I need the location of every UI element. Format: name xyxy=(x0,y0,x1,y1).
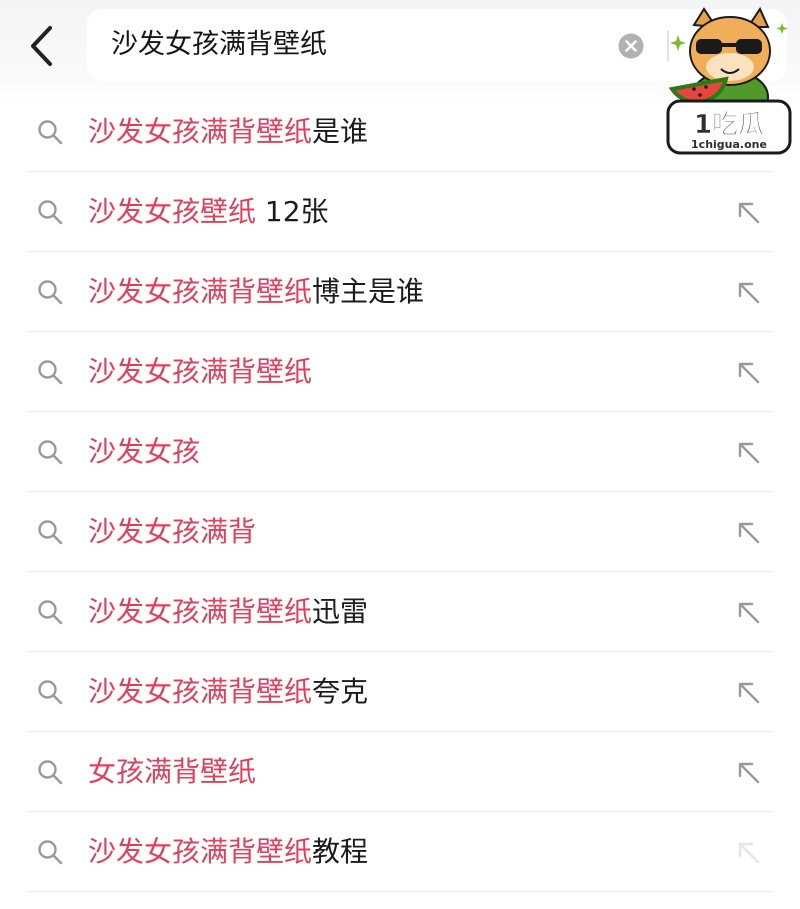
search-icon xyxy=(38,200,63,225)
suggestion-text[interactable]: 沙发女孩 xyxy=(88,412,200,492)
suggestion-text[interactable]: 沙发女孩壁纸 12张 xyxy=(88,172,329,252)
suggestion-list: 沙发女孩满背壁纸是谁 沙发女孩壁纸 12张 沙发女孩满背壁纸博主是谁 沙发女孩满… xyxy=(0,92,800,892)
suggestion-text[interactable]: 沙发女孩满背壁纸 xyxy=(88,332,312,412)
arrow-up-left-icon[interactable] xyxy=(735,439,763,467)
search-query-text[interactable]: 沙发女孩满背壁纸 xyxy=(111,9,327,81)
search-icon xyxy=(38,360,63,385)
suggestion-item[interactable]: 沙发女孩满背壁纸迅雷 xyxy=(0,572,800,652)
suggestion-item[interactable]: 沙发女孩 xyxy=(0,412,800,492)
suggestion-item[interactable]: 女孩满背壁纸 xyxy=(0,732,800,812)
suggestion-item[interactable]: 沙发女孩满背壁纸 xyxy=(0,332,800,412)
suggestion-item[interactable]: 沙发女孩满背壁纸教程 xyxy=(0,812,800,892)
row-divider xyxy=(28,891,772,892)
suggestion-text[interactable]: 沙发女孩满背壁纸博主是谁 xyxy=(88,252,424,332)
search-icon xyxy=(38,280,63,305)
arrow-up-left-icon[interactable] xyxy=(735,679,763,707)
suggestion-item[interactable]: 沙发女孩满背壁纸夸克 xyxy=(0,652,800,732)
suggestion-text[interactable]: 沙发女孩满背壁纸教程 xyxy=(88,812,368,892)
close-circle-icon[interactable] xyxy=(618,33,644,59)
arrow-up-left-icon[interactable] xyxy=(735,519,763,547)
arrow-up-left-icon[interactable] xyxy=(735,199,763,227)
search-icon xyxy=(38,680,63,705)
suggestion-text[interactable]: 沙发女孩满背 xyxy=(88,492,256,572)
arrow-up-left-icon[interactable] xyxy=(735,599,763,627)
suggestion-item[interactable]: 沙发女孩满背壁纸是谁 xyxy=(0,92,800,172)
chevron-left-icon[interactable] xyxy=(22,24,62,68)
search-header: 沙发女孩满背壁纸 1吃瓜 1chigua.one xyxy=(0,0,800,155)
suggestion-text[interactable]: 沙发女孩满背壁纸迅雷 xyxy=(88,572,368,652)
search-icon xyxy=(38,760,63,785)
search-icon xyxy=(38,440,63,465)
suggestion-item[interactable]: 沙发女孩满背壁纸博主是谁 xyxy=(0,252,800,332)
suggestion-text[interactable]: 女孩满背壁纸 xyxy=(88,732,256,812)
search-icon xyxy=(38,600,63,625)
arrow-up-left-icon[interactable] xyxy=(735,839,763,867)
suggestion-text[interactable]: 沙发女孩满背壁纸夸克 xyxy=(88,652,368,732)
search-icon xyxy=(38,120,63,145)
search-icon xyxy=(38,840,63,865)
arrow-up-left-icon[interactable] xyxy=(735,359,763,387)
suggestion-item[interactable]: 沙发女孩满背 xyxy=(0,492,800,572)
arrow-up-left-icon[interactable] xyxy=(735,759,763,787)
suggestion-item[interactable]: 沙发女孩壁纸 12张 xyxy=(0,172,800,252)
arrow-up-left-icon[interactable] xyxy=(735,279,763,307)
search-icon xyxy=(38,520,63,545)
suggestion-text[interactable]: 沙发女孩满背壁纸是谁 xyxy=(88,92,368,172)
